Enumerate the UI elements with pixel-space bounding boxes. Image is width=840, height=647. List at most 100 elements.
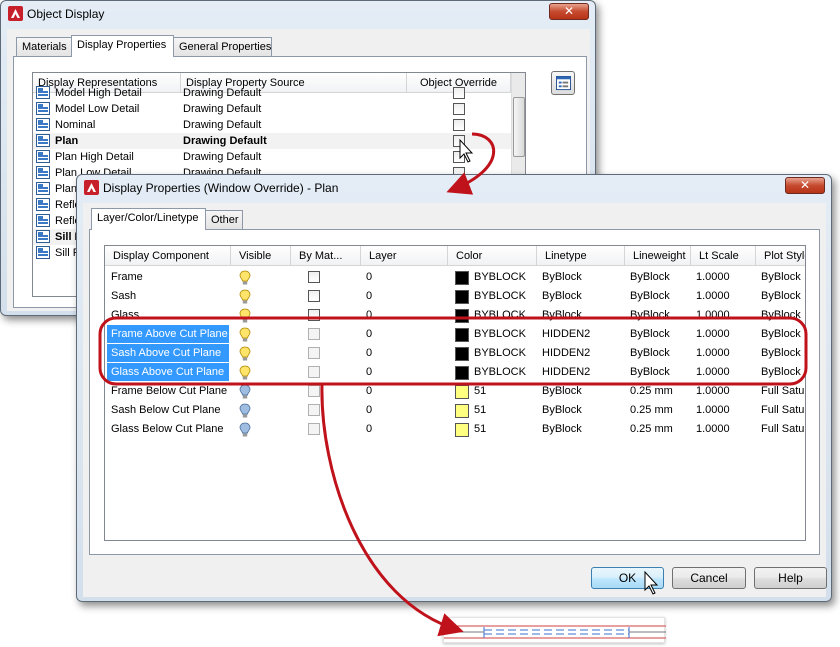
component-row[interactable]: Frame 0 BYBLOCK ByBlock ByBlock 1.0000 ByBlock	[105, 268, 805, 287]
display-rep-icon	[36, 166, 50, 179]
color-value: BYBLOCK	[474, 366, 526, 378]
color-swatch[interactable]	[455, 271, 469, 285]
col-lt-scale[interactable]: Lt Scale	[691, 246, 756, 266]
display-rep-row[interactable]: Plan Drawing Default	[33, 133, 511, 149]
color-swatch[interactable]	[455, 290, 469, 304]
lt-scale-value: 1.0000	[696, 328, 730, 340]
object-display-close-button[interactable]: ✕	[549, 3, 589, 20]
lightbulb-icon[interactable]	[239, 346, 251, 362]
component-name: Sash Above Cut Plane	[107, 344, 229, 362]
component-row[interactable]: Glass 0 BYBLOCK ByBlock ByBlock 1.0000 ByBlock	[105, 306, 805, 325]
lineweight-value: 0.25 mm	[630, 423, 673, 435]
color-value: BYBLOCK	[474, 271, 526, 283]
layer-value: 0	[366, 423, 373, 435]
component-row[interactable]: Glass Above Cut Plane 0 BYBLOCK HIDDEN2 ByBl…	[105, 363, 805, 382]
lt-scale-value: 1.0000	[696, 271, 730, 283]
tab-materials[interactable]: Materials	[16, 37, 72, 57]
col-lineweight[interactable]: Lineweight	[625, 246, 691, 266]
color-swatch[interactable]	[455, 385, 469, 399]
color-swatch[interactable]	[455, 423, 469, 437]
plot-style-value: Full Saturat...	[761, 423, 806, 435]
by-material-checkbox[interactable]	[308, 271, 320, 283]
object-override-checkbox[interactable]	[453, 119, 465, 131]
component-row[interactable]: Glass Below Cut Plane 0 51 ByBlock 0.25 mm 1.…	[105, 420, 806, 439]
lightbulb-icon[interactable]	[239, 384, 251, 400]
by-material-checkbox[interactable]	[308, 309, 320, 321]
ok-button[interactable]: OK	[591, 567, 664, 589]
object-override-checkbox[interactable]	[453, 103, 465, 115]
col-color[interactable]: Color	[448, 246, 537, 266]
component-name: Glass	[111, 309, 140, 321]
display-properties-close-button[interactable]: ✕	[785, 177, 825, 194]
display-rep-icon	[36, 134, 50, 147]
color-swatch[interactable]	[455, 347, 469, 361]
display-rep-row[interactable]: Nominal Drawing Default	[33, 117, 511, 133]
browse-icon	[556, 76, 571, 91]
display-properties-window: Display Properties (Window Override) - P…	[76, 174, 832, 602]
layer-value: 0	[366, 404, 373, 416]
component-name: Frame	[111, 271, 143, 283]
object-display-titlebar[interactable]: Object Display ✕	[1, 1, 595, 27]
plan-preview-drawing	[444, 625, 666, 639]
tab-display-properties[interactable]: Display Properties	[71, 35, 174, 57]
display-properties-titlebar[interactable]: Display Properties (Window Override) - P…	[77, 175, 831, 201]
plot-style-value: Full Saturat...	[761, 385, 806, 397]
color-swatch[interactable]	[455, 309, 469, 323]
object-override-checkbox[interactable]	[453, 135, 465, 147]
lightbulb-icon[interactable]	[239, 270, 251, 286]
display-rep-row[interactable]: Model Low Detail Drawing Default	[33, 101, 511, 117]
browse-button[interactable]	[551, 71, 575, 95]
by-material-checkbox[interactable]	[308, 423, 320, 435]
component-name: Sash	[111, 290, 137, 302]
component-row[interactable]: Frame Above Cut Plane 0 BYBLOCK HIDDEN2 ByBl…	[105, 325, 805, 344]
component-row[interactable]: Frame Below Cut Plane 0 51 ByBlock 0.25 mm 1.…	[105, 382, 806, 401]
object-override-checkbox[interactable]	[453, 87, 465, 99]
col-visible[interactable]: Visible	[231, 246, 291, 266]
help-button[interactable]: Help	[754, 567, 827, 589]
layer-value: 0	[366, 347, 373, 359]
col-layer[interactable]: Layer	[361, 246, 448, 266]
lightbulb-icon[interactable]	[239, 327, 251, 343]
tab-other[interactable]: Other	[205, 210, 243, 230]
object-override-checkbox[interactable]	[453, 151, 465, 163]
component-row[interactable]: Sash 0 BYBLOCK ByBlock ByBlock 1.0000 ByBlock	[105, 287, 805, 306]
by-material-checkbox[interactable]	[308, 290, 320, 302]
display-rep-row[interactable]: Plan High Detail Drawing Default	[33, 149, 511, 165]
display-rep-row[interactable]: Model High Detail Drawing Default	[33, 85, 511, 101]
plot-style-value: ByBlock	[761, 271, 801, 283]
lightbulb-icon[interactable]	[239, 308, 251, 324]
display-component-list[interactable]: Display Component Visible By Mat... Layer Co…	[104, 245, 806, 541]
by-material-checkbox[interactable]	[308, 404, 320, 416]
col-display-component[interactable]: Display Component	[105, 246, 231, 266]
by-material-checkbox[interactable]	[308, 366, 320, 378]
col-plot-style[interactable]: Plot Style	[756, 246, 805, 266]
component-row[interactable]: Sash Below Cut Plane 0 51 ByBlock 0.25 mm 1.0…	[105, 401, 805, 420]
color-swatch[interactable]	[455, 404, 469, 418]
col-linetype[interactable]: Linetype	[537, 246, 625, 266]
color-swatch[interactable]	[455, 328, 469, 342]
color-swatch[interactable]	[455, 366, 469, 380]
component-name: Glass Above Cut Plane	[107, 363, 229, 381]
plot-style-value: ByBlock	[761, 328, 801, 340]
by-material-checkbox[interactable]	[308, 385, 320, 397]
cancel-button[interactable]: Cancel	[672, 567, 746, 589]
lightbulb-icon[interactable]	[239, 365, 251, 381]
lightbulb-icon[interactable]	[239, 289, 251, 305]
by-material-checkbox[interactable]	[308, 347, 320, 359]
lineweight-value: 0.25 mm	[630, 404, 673, 416]
lineweight-value: ByBlock	[630, 347, 670, 359]
plot-style-value: ByBlock	[761, 309, 801, 321]
scrollbar-thumb[interactable]	[513, 97, 525, 157]
tab-layer-color-linetype[interactable]: Layer/Color/Linetype	[91, 208, 206, 230]
component-row[interactable]: Sash Above Cut Plane 0 BYBLOCK HIDDEN2 ByBlo…	[105, 344, 805, 363]
lineweight-value: ByBlock	[630, 271, 670, 283]
display-rep-icon	[36, 246, 50, 259]
col-by-material[interactable]: By Mat...	[291, 246, 361, 266]
lightbulb-icon[interactable]	[239, 403, 251, 419]
tab-general-properties[interactable]: General Properties	[173, 37, 272, 57]
lightbulb-icon[interactable]	[239, 422, 251, 438]
lt-scale-value: 1.0000	[696, 347, 730, 359]
linetype-value: ByBlock	[542, 385, 582, 397]
by-material-checkbox[interactable]	[308, 328, 320, 340]
lineweight-value: ByBlock	[630, 290, 670, 302]
